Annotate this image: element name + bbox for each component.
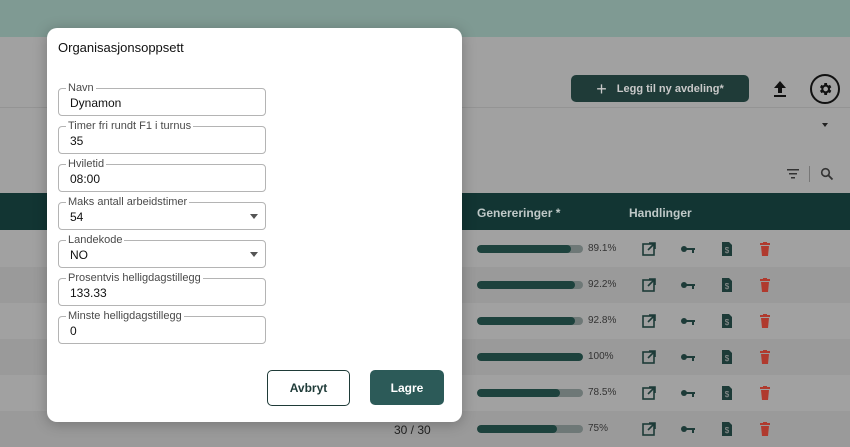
delete-icon[interactable] (757, 241, 773, 257)
open-external-icon[interactable] (641, 349, 657, 365)
field-label: Hviletid (66, 158, 107, 170)
progress-fill (477, 425, 557, 433)
upload-icon[interactable] (772, 80, 788, 98)
field-value[interactable]: 54 (70, 210, 83, 224)
invoice-icon[interactable]: $ (719, 385, 735, 401)
svg-text:$: $ (725, 354, 730, 363)
field-value[interactable]: 08:00 (70, 172, 100, 186)
column-header-generations[interactable]: Genereringer * (477, 206, 560, 220)
column-header-actions: Handlinger (629, 206, 692, 220)
progress-fill (477, 245, 572, 253)
generation-percentage: 100% (588, 351, 614, 362)
field-label: Maks antall arbeidstimer (66, 196, 190, 208)
open-external-icon[interactable] (641, 277, 657, 293)
field-value[interactable]: 35 (70, 134, 83, 148)
generation-progress-bar (477, 425, 583, 433)
chevron-down-icon[interactable] (819, 120, 831, 130)
key-icon[interactable] (680, 349, 696, 365)
text-field[interactable]: Navn Dynamon (58, 82, 266, 116)
svg-text:$: $ (725, 390, 730, 399)
delete-icon[interactable] (757, 385, 773, 401)
generation-progress-bar (477, 317, 583, 325)
generation-progress-bar (477, 245, 583, 253)
open-external-icon[interactable] (641, 241, 657, 257)
filter-icon[interactable] (786, 168, 800, 180)
toolbar-separator (809, 166, 810, 182)
generation-percentage: 92.8% (588, 315, 617, 326)
text-field[interactable]: Hviletid 08:00 (58, 158, 266, 192)
field-label: Prosentvis helligdagstillegg (66, 272, 203, 284)
organization-settings-dialog: Organisasjonsoppsett Navn Dynamon Timer fr… (47, 28, 462, 422)
key-icon[interactable] (680, 277, 696, 293)
cancel-button[interactable]: Avbryt (267, 370, 350, 406)
dropdown-caret-icon[interactable] (250, 252, 258, 257)
field-label: Navn (66, 82, 96, 94)
svg-text:$: $ (725, 282, 730, 291)
invoice-icon[interactable]: $ (719, 421, 735, 437)
save-button[interactable]: Lagre (370, 370, 444, 405)
select-field[interactable]: Landekode NO (58, 234, 266, 268)
delete-icon[interactable] (757, 277, 773, 293)
field-value[interactable]: 0 (70, 324, 77, 338)
generation-progress-bar (477, 353, 583, 361)
generation-percentage: 89.1% (588, 243, 617, 254)
field-value[interactable]: Dynamon (70, 96, 121, 110)
text-field[interactable]: Timer fri rundt F1 i turnus 35 (58, 120, 266, 154)
delete-icon[interactable] (757, 313, 773, 329)
add-department-label: Legg til ny avdeling* (616, 82, 724, 95)
settings-button[interactable] (810, 74, 840, 104)
field-label: Minste helligdagstillegg (66, 310, 184, 322)
invoice-icon[interactable]: $ (719, 277, 735, 293)
svg-text:$: $ (725, 246, 730, 255)
svg-text:$: $ (725, 318, 730, 327)
generation-progress-bar (477, 389, 583, 397)
generation-percentage: 92.2% (588, 279, 617, 290)
delete-icon[interactable] (757, 349, 773, 365)
text-field[interactable]: Minste helligdagstillegg 0 (58, 310, 266, 344)
gear-icon (820, 83, 832, 95)
invoice-icon[interactable]: $ (719, 313, 735, 329)
invoice-icon[interactable]: $ (719, 241, 735, 257)
key-icon[interactable] (680, 421, 696, 437)
progress-fill (477, 353, 583, 361)
generation-percentage: 75% (588, 423, 609, 434)
search-icon[interactable] (820, 167, 834, 181)
plus-icon: + (596, 78, 607, 99)
field-label: Timer fri rundt F1 i turnus (66, 120, 194, 132)
key-icon[interactable] (680, 241, 696, 257)
open-external-icon[interactable] (641, 385, 657, 401)
invoice-icon[interactable]: $ (719, 349, 735, 365)
svg-text:$: $ (725, 426, 730, 435)
generation-percentage: 78.5% (588, 387, 617, 398)
key-icon[interactable] (680, 313, 696, 329)
progress-fill (477, 317, 576, 325)
open-external-icon[interactable] (641, 421, 657, 437)
generation-progress-bar (477, 281, 583, 289)
field-label: Landekode (66, 234, 125, 246)
text-field[interactable]: Prosentvis helligdagstillegg 133.33 (58, 272, 266, 306)
add-department-button[interactable]: + Legg til ny avdeling* (571, 75, 749, 102)
dropdown-caret-icon[interactable] (250, 214, 258, 219)
field-value[interactable]: NO (70, 248, 88, 262)
dialog-title: Organisasjonsoppsett (58, 40, 184, 55)
open-external-icon[interactable] (641, 313, 657, 329)
delete-icon[interactable] (757, 421, 773, 437)
key-icon[interactable] (680, 385, 696, 401)
progress-fill (477, 281, 575, 289)
field-value[interactable]: 133.33 (70, 286, 107, 300)
pagination-count: 30 / 30 (394, 423, 431, 437)
progress-fill (477, 389, 561, 397)
select-field[interactable]: Maks antall arbeidstimer 54 (58, 196, 266, 230)
